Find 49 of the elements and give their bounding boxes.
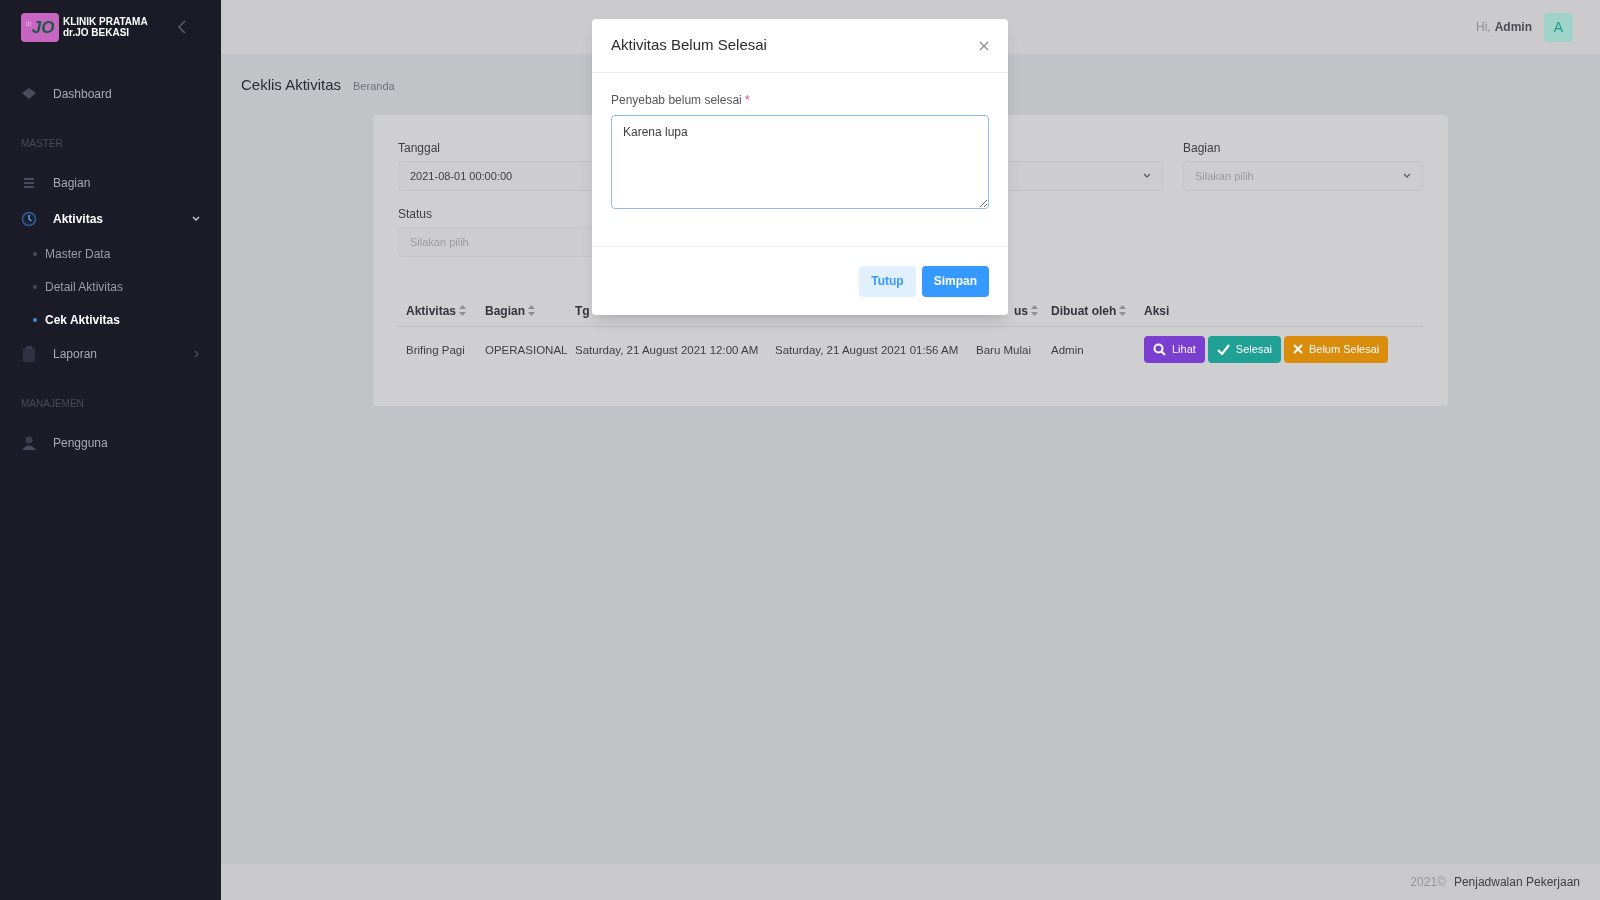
table-cell: Saturday, 21 August 2021 12:00 AM — [575, 344, 759, 356]
nav-item[interactable]: Pengguna — [0, 425, 221, 461]
user-name: Admin — [1494, 19, 1532, 36]
brand-name: KLINIK PRATAMA — [63, 16, 148, 27]
submenu-item[interactable]: Detail Aktivitas — [0, 270, 221, 303]
submenu-item[interactable]: Cek Aktivitas — [0, 303, 221, 336]
table-cell: Baru Mulai — [976, 344, 1031, 356]
table-cell: Saturday, 21 August 2021 01:56 AM — [775, 344, 959, 356]
collapse-icon[interactable] — [177, 20, 187, 34]
list-icon — [21, 177, 37, 189]
sort-icon[interactable] — [459, 305, 467, 316]
close-icon[interactable] — [979, 40, 989, 51]
sort-icon[interactable] — [1031, 305, 1038, 316]
field-label: Penyebab belum selesai * — [611, 92, 751, 109]
lihat-button[interactable]: Lihat — [1144, 335, 1205, 363]
clock-icon — [21, 211, 37, 227]
search-icon — [1153, 342, 1166, 356]
brand-name: dr.JO BEKASI — [63, 27, 131, 38]
nav-item[interactable]: Bagian — [0, 165, 221, 201]
column-header[interactable]: Aktivitas — [406, 301, 457, 320]
field-label: Tanggal — [398, 140, 442, 155]
field-label: Bagian — [1183, 140, 1222, 155]
column-header[interactable]: Bagian — [485, 301, 525, 320]
field-label: Status — [398, 206, 434, 221]
nav-item[interactable]: Dashboard — [0, 76, 221, 112]
nav-item[interactable]: Aktivitas — [0, 201, 221, 237]
table-cell: Admin — [1051, 344, 1084, 356]
reason-textarea[interactable]: Karena lupa — [611, 115, 989, 209]
diamond-icon — [21, 88, 37, 100]
modal-title: Aktivitas Belum Selesai — [611, 35, 767, 56]
sort-icon[interactable] — [1119, 305, 1127, 316]
clipboard-icon — [21, 346, 37, 362]
close-icon — [1292, 344, 1303, 354]
table-cell: OPERASIONAL — [485, 344, 568, 356]
chevron-down-icon — [1403, 173, 1411, 179]
column-header[interactable]: Dibuat oleh — [1051, 301, 1117, 320]
column-header[interactable]: Aksi — [1144, 301, 1170, 320]
user-icon — [21, 436, 37, 450]
sort-icon[interactable] — [528, 305, 535, 316]
column-header[interactable]: Tg — [575, 301, 590, 320]
page-title: Ceklis Aktivitas — [241, 75, 342, 95]
column-header[interactable]: us — [1014, 301, 1028, 320]
greeting-text: Hi, — [1476, 19, 1491, 36]
table-cell: Brifing Pagi — [406, 344, 465, 356]
footer-text: Penjadwalan Pekerjaan — [1453, 874, 1580, 891]
nav-item[interactable]: Laporan — [0, 336, 221, 372]
submenu-item[interactable]: Master Data — [0, 237, 221, 270]
chevron-down-icon — [1143, 173, 1151, 179]
check-icon — [1216, 343, 1230, 355]
